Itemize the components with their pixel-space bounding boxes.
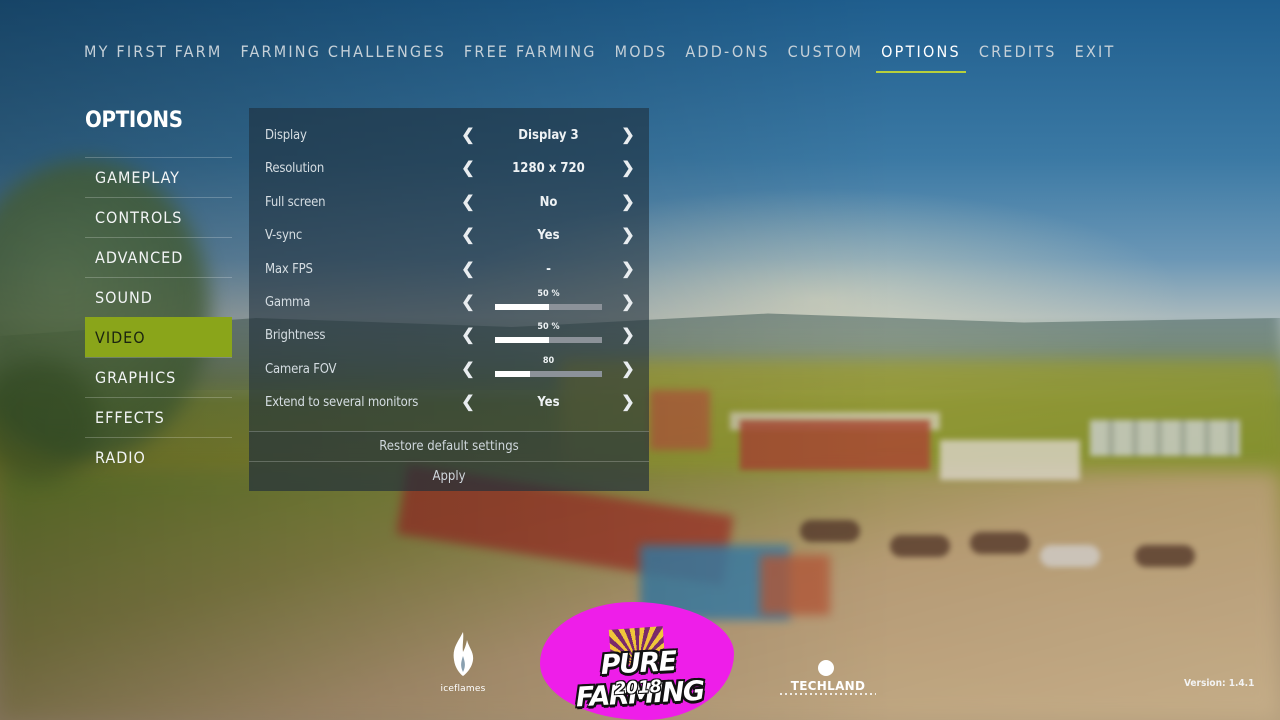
setting-value: Yes <box>537 228 560 244</box>
setting-row-resolution: Resolution ❮ 1280 x 720 ❯ <box>249 153 649 186</box>
nav-free-farming[interactable]: FREE FARMING <box>464 40 597 73</box>
sidebar-item-video[interactable]: VIDEO <box>85 317 232 357</box>
chevron-left-icon[interactable]: ❮ <box>460 159 476 177</box>
sidebar-title: OPTIONS <box>85 108 183 133</box>
setting-label: Max FPS <box>265 261 313 277</box>
gamma-slider[interactable]: 50 % <box>495 289 602 313</box>
pure-farming-logo: PURE FARMING 2018 <box>540 602 734 720</box>
chevron-left-icon[interactable]: ❮ <box>460 360 476 378</box>
sidebar-item-gameplay[interactable]: GAMEPLAY <box>85 157 232 197</box>
sidebar-item-radio[interactable]: RADIO <box>85 437 232 477</box>
setting-value: No <box>539 194 558 210</box>
chevron-left-icon[interactable]: ❮ <box>460 126 476 144</box>
camera-fov-slider[interactable]: 80 <box>495 356 602 380</box>
slider-value: 50 % <box>537 289 560 299</box>
nav-exit[interactable]: EXIT <box>1075 40 1116 73</box>
slider-track[interactable] <box>495 337 602 344</box>
iceflames-logo: iceflames <box>436 630 490 694</box>
top-navigation: MY FIRST FARM FARMING CHALLENGES FREE FARM… <box>84 40 1133 73</box>
brightness-slider[interactable]: 50 % <box>495 322 602 346</box>
slider-fill <box>495 337 549 344</box>
setting-row-camera-fov: Camera FOV ❮ 80 ❯ <box>249 354 649 387</box>
setting-row-display: Display ❮ Display 3 ❯ <box>249 120 649 153</box>
slider-value: 50 % <box>537 322 560 333</box>
version-label: Version: 1.4.1 <box>1184 678 1255 689</box>
slider-fill <box>495 304 549 310</box>
game-logo-year: 2018 <box>613 676 663 700</box>
chevron-left-icon[interactable]: ❮ <box>460 260 476 278</box>
setting-row-brightness: Brightness ❮ 50 % ❯ <box>249 320 649 353</box>
setting-row-extend-to-several-monitors: Extend to several monitors ❮ Yes ❯ <box>249 387 649 420</box>
nav-credits[interactable]: CREDITS <box>979 40 1057 73</box>
setting-label: Display <box>265 128 307 143</box>
flame-icon <box>453 632 474 676</box>
iceflames-logo-text: iceflames <box>440 684 486 694</box>
setting-label: Extend to several monitors <box>265 395 419 411</box>
setting-row-gamma: Gamma ❮ 50 % ❯ <box>249 287 649 320</box>
setting-row-v-sync: V-sync ❮ Yes ❯ <box>249 220 649 253</box>
nav-add-ons[interactable]: ADD-ONS <box>685 40 769 73</box>
setting-value: 1280 x 720 <box>512 161 585 177</box>
setting-label: Brightness <box>265 328 326 344</box>
chevron-right-icon[interactable]: ❯ <box>620 226 636 244</box>
video-settings-panel: Restore default settings Apply Display ❮ D… <box>249 108 649 491</box>
sidebar-item-advanced[interactable]: ADVANCED <box>85 237 232 277</box>
chevron-left-icon[interactable]: ❮ <box>460 393 476 411</box>
chevron-left-icon[interactable]: ❮ <box>460 193 476 211</box>
slider-fill <box>495 370 531 377</box>
sidebar-item-effects[interactable]: EFFECTS <box>85 397 232 437</box>
chevron-right-icon[interactable]: ❯ <box>620 360 636 378</box>
sidebar-item-controls[interactable]: CONTROLS <box>85 197 232 237</box>
restore-defaults-button[interactable]: Restore default settings <box>249 431 649 461</box>
setting-label: Full screen <box>265 194 326 210</box>
nav-farming-challenges[interactable]: FARMING CHALLENGES <box>240 40 445 73</box>
slider-track[interactable] <box>495 370 602 377</box>
chevron-right-icon[interactable]: ❯ <box>620 260 636 278</box>
chevron-right-icon[interactable]: ❯ <box>620 159 636 177</box>
setting-label: Gamma <box>265 295 311 310</box>
setting-value: - <box>546 261 551 277</box>
chevron-right-icon[interactable]: ❯ <box>620 393 636 411</box>
slider-value: 80 <box>542 355 555 366</box>
chevron-left-icon[interactable]: ❮ <box>460 293 476 311</box>
chevron-left-icon[interactable]: ❮ <box>460 226 476 244</box>
slider-track[interactable] <box>495 304 602 310</box>
apply-button[interactable]: Apply <box>249 461 649 491</box>
techland-logo-text: TECHLAND <box>790 679 866 693</box>
nav-my-first-farm[interactable]: MY FIRST FARM <box>84 40 222 73</box>
nav-mods[interactable]: MODS <box>615 40 668 73</box>
chevron-left-icon[interactable]: ❮ <box>460 326 476 344</box>
chevron-right-icon[interactable]: ❯ <box>620 193 636 211</box>
sidebar-item-sound[interactable]: SOUND <box>85 277 232 317</box>
chevron-right-icon[interactable]: ❯ <box>620 293 636 311</box>
chevron-right-icon[interactable]: ❯ <box>620 326 636 344</box>
sidebar-menu: GAMEPLAY CONTROLS ADVANCED SOUND VIDEO GRAPHI… <box>85 157 232 477</box>
nav-custom[interactable]: CUSTOM <box>788 40 863 73</box>
chevron-right-icon[interactable]: ❯ <box>620 126 636 144</box>
setting-label: V-sync <box>265 228 303 244</box>
techland-logo: TECHLAND <box>780 658 876 698</box>
setting-label: Resolution <box>265 161 325 177</box>
nav-options[interactable]: OPTIONS <box>876 40 966 73</box>
setting-row-max-fps: Max FPS ❮ - ❯ <box>249 254 649 287</box>
setting-value: Display 3 <box>518 128 579 143</box>
setting-label: Camera FOV <box>265 361 337 377</box>
sidebar-item-graphics[interactable]: GRAPHICS <box>85 357 232 397</box>
setting-row-full-screen: Full screen ❮ No ❯ <box>249 187 649 220</box>
globe-icon <box>818 660 834 676</box>
setting-value: Yes <box>537 395 560 411</box>
